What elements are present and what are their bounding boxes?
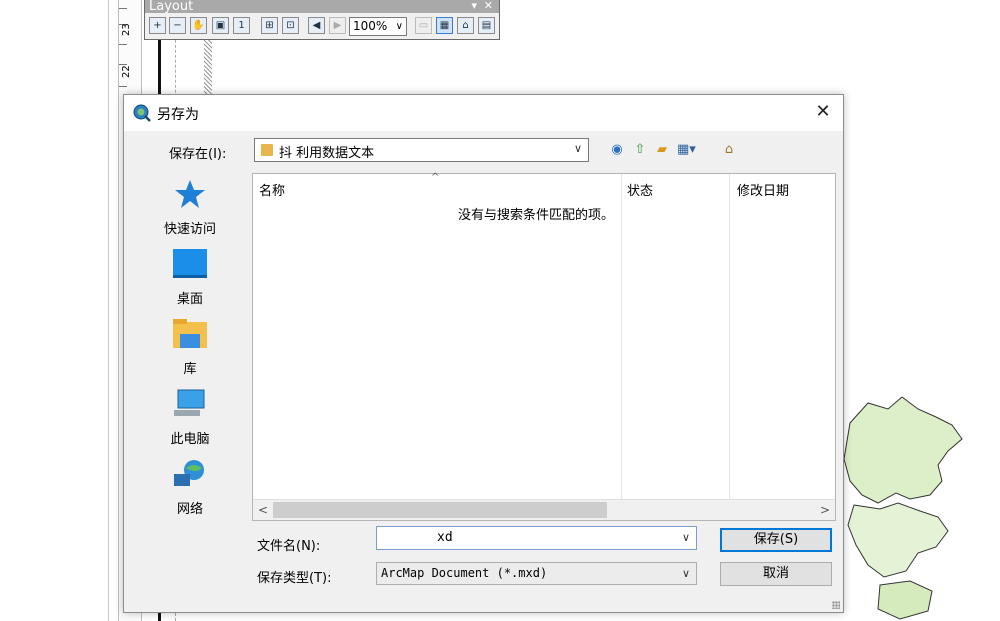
- scroll-left-icon[interactable]: <: [255, 502, 271, 518]
- change-layout-icon[interactable]: ⌂: [457, 17, 474, 34]
- file-type-label: 保存类型(T):: [257, 571, 332, 586]
- chevron-down-icon: ∨: [573, 142, 582, 155]
- this-pc-icon: [174, 389, 205, 416]
- pan-icon[interactable]: ✋: [190, 17, 207, 34]
- place-desktop[interactable]: 桌面: [128, 248, 252, 307]
- up-one-level-icon[interactable]: ⇧: [631, 141, 649, 159]
- libraries-icon: [173, 319, 207, 348]
- look-in-value: 抖 利用数据文本: [279, 146, 375, 161]
- toolbar-close-icon[interactable]: ✕: [484, 0, 493, 12]
- scrollbar-thumb[interactable]: [273, 502, 607, 518]
- toolbar-title: Layout: [145, 0, 499, 13]
- chevron-down-icon[interactable]: ∨: [682, 527, 690, 549]
- sort-up-icon: ^: [431, 172, 440, 183]
- dialog-title: 另存为: [157, 107, 199, 123]
- save-as-dialog: 另存为 ✕ 保存在(I): 抖 利用数据文本 ∨ ◉ ⇧ ▰ ▦▾ ⌂ 快速访问…: [123, 94, 844, 613]
- zoom-whole-page-icon[interactable]: ▣: [212, 17, 229, 34]
- place-label: 桌面: [176, 292, 203, 307]
- cancel-button[interactable]: 取消: [720, 562, 832, 586]
- file-name-input[interactable]: xd ∨: [376, 526, 697, 550]
- fixed-zoom-out-icon[interactable]: ⊡: [282, 17, 299, 34]
- column-header-date-modified[interactable]: 修改日期: [737, 180, 789, 199]
- ruler-label: 22: [121, 65, 132, 78]
- place-label: 网络: [176, 502, 203, 517]
- file-name-label: 文件名(N):: [257, 539, 321, 554]
- file-type-select[interactable]: ArcMap Document (*.mxd) ∨: [376, 562, 697, 585]
- network-icon: [174, 460, 204, 486]
- scroll-right-icon[interactable]: >: [817, 502, 833, 518]
- column-separator: [729, 174, 730, 499]
- empty-message: 没有与搜索条件匹配的项。: [458, 208, 615, 223]
- zoom-value: 100%: [353, 19, 388, 33]
- data-driven-pages-icon[interactable]: ▤: [478, 17, 495, 34]
- column-header-name[interactable]: 名称: [259, 180, 285, 199]
- desktop-icon: [173, 249, 207, 278]
- place-network[interactable]: 网络: [128, 458, 252, 517]
- folder-icon: [261, 144, 273, 156]
- chevron-down-icon: ∨: [681, 567, 690, 580]
- neatline-hatch: [204, 40, 212, 100]
- home-icon[interactable]: ⌂: [720, 141, 738, 159]
- column-header-status[interactable]: 状态: [627, 180, 653, 199]
- place-this-pc[interactable]: 此电脑: [128, 388, 252, 447]
- place-label: 库: [183, 362, 197, 377]
- save-button[interactable]: 保存(S): [720, 528, 832, 552]
- place-libraries[interactable]: 库: [128, 318, 252, 377]
- zoom-percent-combo[interactable]: 100% ∨: [349, 17, 407, 36]
- dialog-titlebar[interactable]: 另存为 ✕: [124, 95, 843, 131]
- toggle-draft-mode-icon[interactable]: ▭: [415, 17, 432, 34]
- horizontal-scrollbar[interactable]: < >: [253, 499, 835, 520]
- zoom-out-icon[interactable]: −: [169, 17, 186, 34]
- table-of-contents-panel: [0, 0, 109, 621]
- toolbar-menu-icon[interactable]: ▾: [471, 0, 477, 12]
- close-button[interactable]: ✕: [803, 95, 843, 129]
- focus-data-frame-icon[interactable]: ▦: [436, 17, 453, 34]
- place-label: 快速访问: [163, 222, 216, 237]
- place-label: 此电脑: [170, 432, 210, 447]
- go-back-extent-icon[interactable]: ◀: [308, 17, 325, 34]
- fixed-zoom-in-icon[interactable]: ⊞: [261, 17, 278, 34]
- ruler-label: 23: [121, 23, 132, 36]
- zoom-in-icon[interactable]: +: [149, 17, 166, 34]
- map-feature-shapes: [843, 396, 963, 620]
- resize-grip-icon[interactable]: [832, 601, 840, 609]
- go-forward-extent-icon[interactable]: ▶: [329, 17, 346, 34]
- view-menu-icon[interactable]: ▦▾: [677, 141, 696, 159]
- column-separator: [621, 174, 622, 499]
- file-type-value: ArcMap Document (*.mxd): [381, 566, 548, 580]
- arcmap-app-icon: [133, 104, 151, 122]
- file-list[interactable]: ^ 名称 状态 修改日期 没有与搜索条件匹配的项。 < >: [252, 172, 836, 521]
- new-folder-icon[interactable]: ▰: [653, 141, 671, 159]
- look-in-combo[interactable]: 抖 利用数据文本 ∨: [254, 138, 589, 162]
- layout-toolbar: Layout ▾ ✕ + − ✋ ▣ 1 ⊞ ⊡ ◀ ▶ 100% ∨ ▭ ▦ …: [144, 0, 500, 40]
- file-name-value: xd: [437, 530, 453, 545]
- back-icon[interactable]: ◉: [608, 141, 626, 159]
- look-in-label: 保存在(I):: [169, 147, 227, 162]
- zoom-100-icon[interactable]: 1: [233, 17, 250, 34]
- chevron-down-icon: ∨: [395, 21, 403, 32]
- quick-access-star-icon: [175, 180, 205, 208]
- place-quick-access[interactable]: 快速访问: [128, 178, 252, 237]
- places-bar: 快速访问 桌面 库 此电脑 网络: [128, 170, 252, 605]
